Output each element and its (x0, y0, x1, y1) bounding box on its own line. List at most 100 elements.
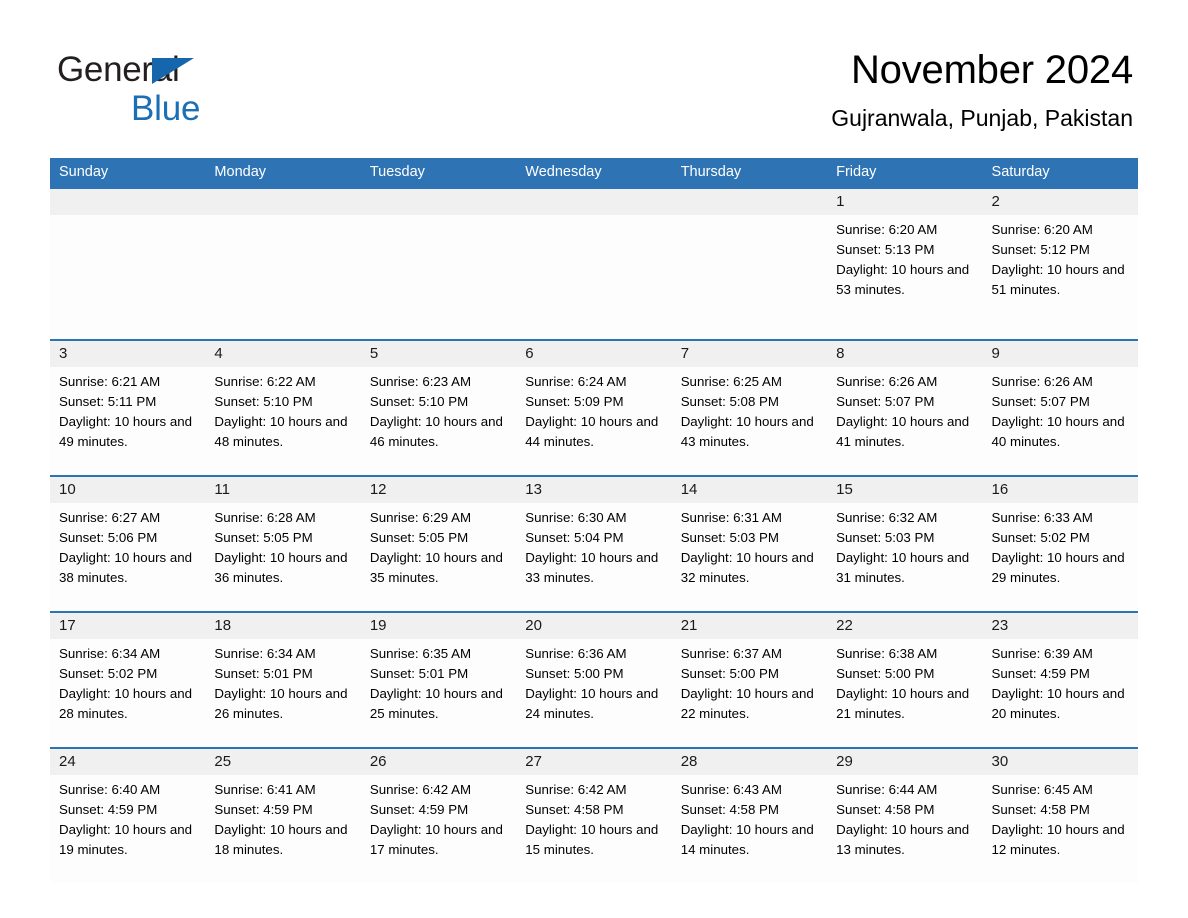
day-number[interactable]: 24 (50, 749, 205, 775)
daylight-text: Daylight: 10 hours and 49 minutes. (59, 414, 193, 449)
day-number[interactable]: 3 (50, 341, 205, 367)
day-number[interactable]: 7 (672, 341, 827, 367)
weekday-header-thursday: Thursday (680, 164, 742, 180)
generalblue-logo[interactable]: General Blue (57, 52, 317, 130)
sunset-text: Sunset: 5:07 PM (836, 394, 935, 409)
sunset-text: Sunset: 5:12 PM (991, 242, 1090, 257)
page-header: General Blue November 2024 Gujranwala, P… (0, 0, 1188, 158)
day-number[interactable]: 9 (983, 341, 1138, 367)
sunset-text: Sunset: 5:00 PM (525, 666, 624, 681)
day-number[interactable]: 4 (205, 341, 360, 367)
day-number[interactable]: 21 (672, 613, 827, 639)
week-body-row: Sunrise: 6:40 AM Sunset: 4:59 PM Dayligh… (50, 775, 1138, 883)
day-cell[interactable]: Sunrise: 6:43 AM Sunset: 4:58 PM Dayligh… (672, 775, 827, 883)
day-cell[interactable]: Sunrise: 6:40 AM Sunset: 4:59 PM Dayligh… (50, 775, 205, 883)
daylight-text: Daylight: 10 hours and 14 minutes. (680, 822, 814, 857)
weekday-header-wednesday: Wednesday (525, 164, 602, 180)
day-cell[interactable]: Sunrise: 6:41 AM Sunset: 4:59 PM Dayligh… (205, 775, 360, 883)
day-number[interactable]: 2 (983, 189, 1138, 215)
daylight-text: Daylight: 10 hours and 21 minutes. (836, 686, 970, 721)
title-block: November 2024 Gujranwala, Punjab, Pakist… (831, 46, 1133, 133)
day-cell[interactable]: Sunrise: 6:27 AM Sunset: 5:06 PM Dayligh… (50, 503, 205, 611)
day-number[interactable]: 14 (672, 477, 827, 503)
week-date-strip: 24 25 26 27 28 29 30 (50, 749, 1138, 775)
sunset-text: Sunset: 4:59 PM (214, 802, 313, 817)
day-number[interactable]: 27 (516, 749, 671, 775)
day-cell[interactable]: Sunrise: 6:20 AM Sunset: 5:12 PM Dayligh… (983, 215, 1138, 339)
day-cell[interactable]: Sunrise: 6:24 AM Sunset: 5:09 PM Dayligh… (516, 367, 671, 475)
day-number[interactable]: 23 (983, 613, 1138, 639)
day-number[interactable]: 11 (205, 477, 360, 503)
day-number[interactable]: 26 (361, 749, 516, 775)
day-cell[interactable]: Sunrise: 6:32 AM Sunset: 5:03 PM Dayligh… (827, 503, 982, 611)
daylight-text: Daylight: 10 hours and 17 minutes. (369, 822, 503, 857)
day-cell[interactable]: Sunrise: 6:21 AM Sunset: 5:11 PM Dayligh… (50, 367, 205, 475)
day-cell[interactable]: Sunrise: 6:38 AM Sunset: 5:00 PM Dayligh… (827, 639, 982, 747)
day-cell[interactable]: Sunrise: 6:42 AM Sunset: 4:58 PM Dayligh… (516, 775, 671, 883)
day-cell[interactable]: Sunrise: 6:29 AM Sunset: 5:05 PM Dayligh… (361, 503, 516, 611)
sunset-text: Sunset: 5:09 PM (525, 394, 624, 409)
day-cell-empty (50, 215, 205, 339)
day-cell[interactable]: Sunrise: 6:31 AM Sunset: 5:03 PM Dayligh… (672, 503, 827, 611)
day-number[interactable]: 15 (827, 477, 982, 503)
day-number[interactable]: 20 (516, 613, 671, 639)
day-cell[interactable]: Sunrise: 6:35 AM Sunset: 5:01 PM Dayligh… (361, 639, 516, 747)
sunset-text: Sunset: 5:11 PM (59, 394, 157, 409)
day-cell[interactable]: Sunrise: 6:26 AM Sunset: 5:07 PM Dayligh… (983, 367, 1138, 475)
day-number[interactable]: 28 (672, 749, 827, 775)
sunset-text: Sunset: 5:10 PM (369, 394, 469, 409)
day-number[interactable]: 1 (827, 189, 982, 215)
calendar-week-row: 1 2 Sunrise: 6:20 AM Sunset: 5:13 PM Day… (50, 187, 1138, 339)
day-number[interactable]: 10 (50, 477, 205, 503)
day-number[interactable] (205, 189, 360, 215)
day-number[interactable]: 12 (361, 477, 516, 503)
day-number[interactable]: 5 (361, 341, 516, 367)
day-cell[interactable]: Sunrise: 6:42 AM Sunset: 4:59 PM Dayligh… (361, 775, 516, 883)
day-number[interactable]: 8 (827, 341, 982, 367)
daylight-text: Daylight: 10 hours and 32 minutes. (680, 550, 814, 585)
day-number[interactable]: 25 (205, 749, 360, 775)
day-cell[interactable]: Sunrise: 6:45 AM Sunset: 4:58 PM Dayligh… (983, 775, 1138, 883)
day-cell[interactable]: Sunrise: 6:20 AM Sunset: 5:13 PM Dayligh… (827, 215, 982, 339)
day-number[interactable]: 18 (205, 613, 360, 639)
day-number[interactable]: 16 (983, 477, 1138, 503)
day-cell[interactable]: Sunrise: 6:25 AM Sunset: 5:08 PM Dayligh… (672, 367, 827, 475)
sunrise-text: Sunrise: 6:38 AM (836, 646, 938, 661)
daylight-text: Daylight: 10 hours and 35 minutes. (369, 550, 503, 585)
sunset-text: Sunset: 4:59 PM (991, 666, 1090, 681)
day-cell[interactable]: Sunrise: 6:22 AM Sunset: 5:10 PM Dayligh… (205, 367, 360, 475)
day-cell[interactable]: Sunrise: 6:33 AM Sunset: 5:02 PM Dayligh… (983, 503, 1138, 611)
day-number[interactable] (672, 189, 827, 215)
day-number[interactable]: 17 (50, 613, 205, 639)
day-cell[interactable]: Sunrise: 6:44 AM Sunset: 4:58 PM Dayligh… (827, 775, 982, 883)
sunrise-text: Sunrise: 6:42 AM (369, 782, 472, 797)
day-number[interactable]: 13 (516, 477, 671, 503)
day-cell[interactable]: Sunrise: 6:28 AM Sunset: 5:05 PM Dayligh… (205, 503, 360, 611)
day-cell[interactable]: Sunrise: 6:26 AM Sunset: 5:07 PM Dayligh… (827, 367, 982, 475)
day-cell[interactable]: Sunrise: 6:23 AM Sunset: 5:10 PM Dayligh… (361, 367, 516, 475)
day-cell[interactable]: Sunrise: 6:34 AM Sunset: 5:01 PM Dayligh… (205, 639, 360, 747)
sunrise-text: Sunrise: 6:28 AM (214, 510, 316, 525)
day-cell[interactable]: Sunrise: 6:36 AM Sunset: 5:00 PM Dayligh… (516, 639, 671, 747)
day-cell[interactable]: Sunrise: 6:37 AM Sunset: 5:00 PM Dayligh… (672, 639, 827, 747)
day-cell[interactable]: Sunrise: 6:30 AM Sunset: 5:04 PM Dayligh… (516, 503, 671, 611)
day-number[interactable]: 30 (983, 749, 1138, 775)
day-number[interactable]: 22 (827, 613, 982, 639)
day-number[interactable] (361, 189, 516, 215)
day-cell[interactable]: Sunrise: 6:39 AM Sunset: 4:59 PM Dayligh… (983, 639, 1138, 747)
daylight-text: Daylight: 10 hours and 26 minutes. (214, 686, 348, 721)
daylight-text: Daylight: 10 hours and 20 minutes. (991, 686, 1125, 721)
sunset-text: Sunset: 5:03 PM (836, 530, 935, 545)
day-number[interactable] (516, 189, 671, 215)
weekday-header-row: Sunday Monday Tuesday Wednesday Thursday… (50, 158, 1138, 187)
day-number[interactable]: 29 (827, 749, 982, 775)
day-number[interactable]: 6 (516, 341, 671, 367)
day-cell[interactable]: Sunrise: 6:34 AM Sunset: 5:02 PM Dayligh… (50, 639, 205, 747)
day-number[interactable]: 19 (361, 613, 516, 639)
sunrise-text: Sunrise: 6:39 AM (991, 646, 1093, 661)
day-number[interactable] (50, 189, 205, 215)
week-body-row: Sunrise: 6:34 AM Sunset: 5:02 PM Dayligh… (50, 639, 1138, 747)
sunrise-text: Sunrise: 6:34 AM (214, 646, 316, 661)
daylight-text: Daylight: 10 hours and 41 minutes. (836, 414, 970, 449)
daylight-text: Daylight: 10 hours and 25 minutes. (369, 686, 503, 721)
